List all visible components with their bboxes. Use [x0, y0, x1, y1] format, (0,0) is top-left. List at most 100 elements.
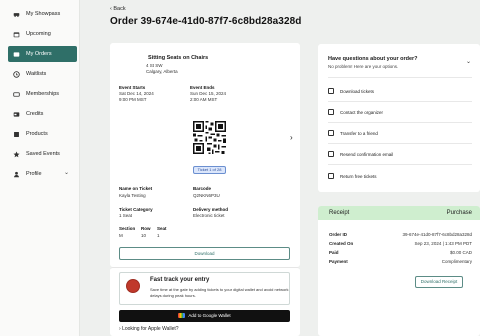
delivery-method-value: Electronic ticket — [193, 213, 225, 218]
credit-icon — [13, 111, 20, 117]
divider — [328, 164, 472, 165]
transfer-option[interactable]: Transfer to a friend — [328, 130, 472, 140]
qr-code — [193, 121, 226, 154]
google-wallet-icon — [178, 313, 186, 318]
next-ticket-arrow-icon[interactable]: › — [290, 133, 293, 142]
car-icon — [13, 12, 20, 17]
seat-label: Seat — [157, 226, 167, 231]
apple-wallet-label: Looking for Apple Wallet? — [122, 326, 179, 332]
fast-track-text: Save time at the gate by adding tickets … — [150, 287, 289, 298]
seat-value: 1 — [157, 233, 160, 238]
calendar-icon — [13, 31, 20, 37]
sidebar-item-saved-events[interactable]: Saved Events — [8, 146, 77, 162]
receipt-card: Receipt Purchase Order ID 39-674e-41d0-8… — [318, 206, 480, 336]
receipt-header: Receipt Purchase — [318, 206, 480, 220]
download-icon — [328, 88, 334, 94]
sidebar-item-label: My Orders — [26, 51, 52, 57]
chevron-down-icon[interactable]: ⌄ — [466, 58, 471, 65]
divider — [328, 143, 472, 144]
ticket-card: Sitting Seats on Chairs 4 St SW Calgary,… — [110, 43, 300, 267]
event-ends-time: 2:00 AM MST — [190, 97, 218, 102]
sidebar-item-label: Upcoming — [26, 31, 51, 37]
questions-subtitle: No problem! Here are your options. — [328, 64, 399, 69]
return-tickets-option[interactable]: Return free tickets — [328, 173, 472, 183]
chevron-right-icon: › — [119, 326, 121, 332]
name-on-ticket-label: Name on Ticket — [119, 186, 153, 191]
divider — [328, 101, 472, 102]
sidebar-item-profile[interactable]: Profile ⌄ — [8, 166, 77, 182]
fast-track-panel: Fast track your entry Save time at the g… — [119, 272, 290, 305]
payment-value: Complimentary — [441, 259, 472, 264]
download-receipt-button[interactable]: Download Receipt — [415, 276, 463, 288]
ticket-category-value: 1 Seat — [119, 213, 133, 218]
clock-icon — [13, 70, 20, 78]
event-ends-label: Event Ends — [190, 85, 215, 90]
chevron-down-icon: ⌄ — [63, 170, 69, 176]
barcode-label: Barcode — [193, 186, 212, 191]
sidebar-item-upcoming[interactable]: Upcoming — [8, 26, 77, 42]
sidebar-item-label: Memberships — [26, 91, 60, 97]
contact-organizer-option[interactable]: Contact the organizer — [328, 109, 472, 119]
receipt-header-type: Purchase — [446, 210, 472, 216]
card-icon — [13, 91, 20, 97]
page-title: Order 39-674e-41d0-87f7-6c8bd28a328d — [110, 16, 302, 27]
created-on-label: Created On — [329, 241, 354, 246]
download-ticket-button[interactable]: Download — [119, 247, 290, 260]
sidebar-item-waitlists[interactable]: Waitlists — [8, 66, 77, 82]
sidebar-item-my-orders[interactable]: My Orders — [8, 46, 77, 62]
sidebar-item-my-showpass[interactable]: My Showpass — [8, 6, 77, 22]
chevron-left-icon: ‹ — [110, 6, 112, 12]
user-icon — [14, 171, 19, 177]
payment-label: Payment — [329, 259, 348, 264]
sidebar-item-credits[interactable]: Credits — [8, 106, 77, 122]
folder-icon — [13, 51, 20, 57]
venue-address-line1: 4 St SW — [146, 63, 163, 68]
created-on-value: Sep 23, 2024 | 1:43 PM PDT — [414, 241, 472, 246]
fast-track-title: Fast track your entry — [150, 277, 210, 283]
name-on-ticket-value: Kayla Testing — [119, 193, 146, 198]
wallet-icon — [126, 279, 140, 293]
add-to-google-wallet-button[interactable]: Add to Google Wallet — [119, 310, 290, 322]
google-wallet-label: Add to Google Wallet — [188, 313, 231, 318]
paid-value: $0.00 CAD — [449, 250, 472, 255]
venue-address-line2: Calgary, Alberta — [146, 69, 178, 74]
event-starts-date: Sat Dec 14, 2024 — [119, 91, 154, 96]
order-id-label: Order ID — [329, 232, 348, 237]
sidebar-item-memberships[interactable]: Memberships — [8, 86, 77, 102]
event-name: Sitting Seats on Chairs — [148, 55, 209, 61]
star-icon — [13, 151, 20, 157]
apple-wallet-link[interactable]: › Looking for Apple Wallet? — [119, 326, 179, 332]
main-content: ‹ Back Order 39-674e-41d0-87f7-6c8bd28a3… — [80, 0, 480, 336]
paid-label: Paid — [329, 250, 339, 255]
option-label: Return free tickets — [340, 174, 377, 179]
sidebar-item-products[interactable]: Products — [8, 126, 77, 142]
order-questions-card: Have questions about your order? No prob… — [318, 44, 480, 192]
mail-icon — [328, 151, 334, 157]
phone-icon — [328, 109, 334, 115]
resend-confirmation-option[interactable]: Resend confirmation email — [328, 151, 472, 161]
delivery-method-label: Delivery method — [193, 207, 229, 212]
back-link[interactable]: ‹ Back — [110, 6, 126, 12]
sidebar-item-label: Profile — [26, 171, 42, 177]
option-label: Download tickets — [340, 89, 375, 94]
row-label: Row — [141, 226, 151, 231]
divider — [328, 77, 472, 78]
section-label: Section — [119, 226, 136, 231]
section-value: M — [119, 233, 123, 238]
barcode-value: Q2NKN6P3U — [193, 193, 220, 198]
fast-track-card: Fast track your entry Save time at the g… — [110, 267, 300, 336]
option-label: Contact the organizer — [340, 110, 384, 115]
download-tickets-option[interactable]: Download tickets — [328, 88, 472, 98]
sidebar: My Showpass Upcoming My Orders Waitlists… — [0, 0, 80, 336]
sidebar-item-label: Products — [26, 131, 48, 137]
event-ends-date: Sun Dec 15, 2024 — [190, 91, 227, 96]
ticket-category-label: Ticket Category — [119, 207, 153, 212]
row-value: 10 — [141, 233, 147, 238]
back-label: Back — [113, 6, 126, 12]
sidebar-item-label: Credits — [26, 111, 44, 117]
order-id-value: 39-674e-41d0-87f7-6c8bd28a328d — [402, 232, 472, 237]
option-label: Resend confirmation email — [340, 152, 394, 157]
event-starts-label: Event Starts — [119, 85, 146, 90]
transfer-icon — [328, 130, 334, 136]
sidebar-item-label: Saved Events — [26, 151, 60, 157]
